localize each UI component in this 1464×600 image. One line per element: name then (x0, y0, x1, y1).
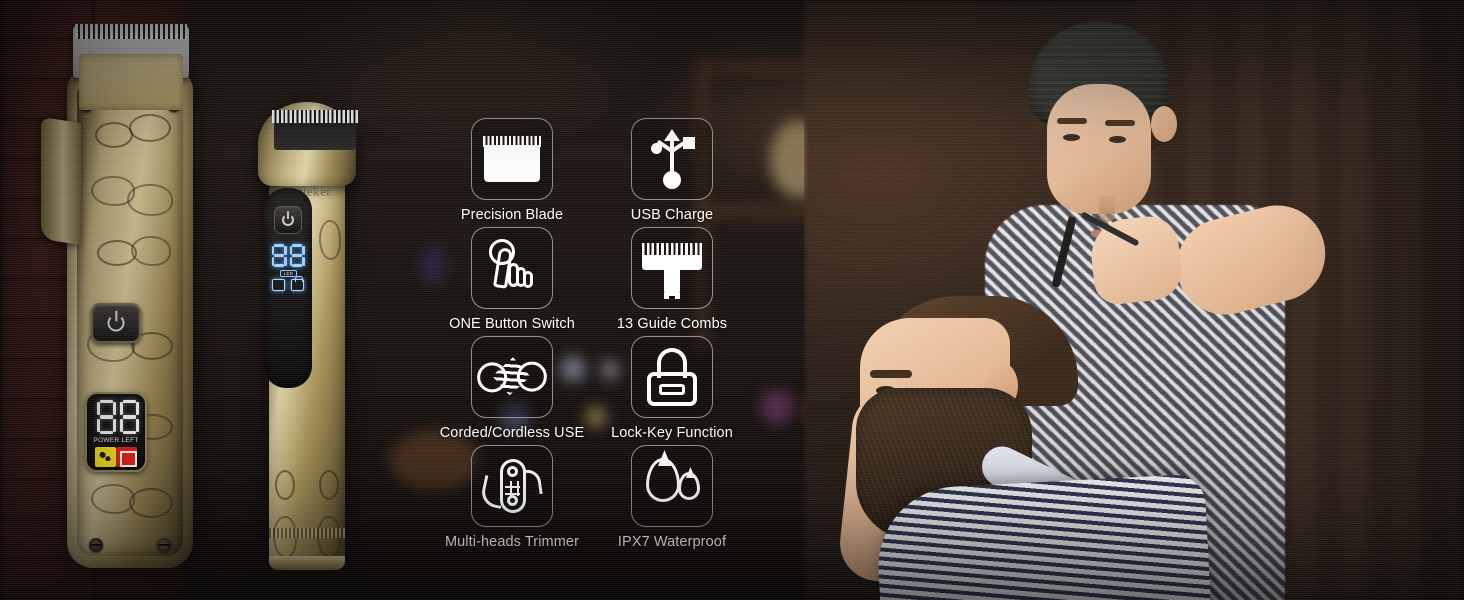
clipper-blade-teeth (75, 24, 187, 39)
hair-clipper-main: POWER LEFT (41, 8, 205, 578)
battery-display: POWER LEFT (85, 392, 147, 472)
charge-indicator-icon (116, 447, 137, 467)
lock-icon (291, 276, 304, 291)
power-button[interactable] (274, 206, 302, 234)
feature-item-ipx7-waterproof[interactable]: IPX7 Waterproof (592, 445, 752, 550)
feature-tile (631, 336, 713, 418)
trimmer-base-cap (269, 556, 345, 570)
feature-label: 13 Guide Combs (616, 316, 728, 332)
barber-ear (1151, 106, 1177, 142)
product-banner: POWER LEFT Hatteker LED Precision Blade … (0, 0, 1464, 600)
taper-lever[interactable] (41, 116, 81, 246)
power-icon (282, 214, 294, 226)
feature-item-multi-heads[interactable]: Multi-heads Trimmer (432, 445, 592, 550)
feature-label: IPX7 Waterproof (617, 534, 727, 550)
feature-label: Multi-heads Trimmer (444, 534, 580, 550)
feature-item-usb-charge[interactable]: USB Charge (592, 118, 752, 223)
trimmer-blade-teeth (272, 110, 358, 123)
multi-tool-icon (479, 457, 543, 515)
battery-icon (272, 279, 285, 291)
feature-tile (631, 445, 713, 527)
water-drop-icon (644, 458, 700, 514)
nose (1099, 196, 1115, 222)
feature-tile (471, 118, 553, 200)
lock-icon (647, 348, 697, 406)
power-icon (107, 314, 125, 332)
feature-tile (471, 445, 553, 527)
feature-label: USB Charge (630, 207, 714, 223)
barber-face (1047, 84, 1151, 237)
screw (89, 538, 103, 552)
client-figure (856, 296, 1220, 600)
feature-tile (470, 335, 555, 420)
beard-trimmer-secondary: Hatteker LED (250, 58, 365, 578)
precision-blade-icon (483, 136, 541, 182)
feature-item-precision-blade[interactable]: Precision Blade (432, 118, 592, 223)
eyebrow (1105, 120, 1135, 126)
eye (1063, 134, 1080, 141)
eyebrow (1057, 118, 1087, 124)
clipper-brass-plate (79, 54, 183, 110)
feature-tile (471, 227, 553, 309)
power-left-label: POWER LEFT (93, 437, 139, 444)
led-label: LED (280, 270, 297, 277)
oil-indicator-icon (95, 447, 116, 467)
feature-tile (631, 227, 713, 309)
feature-item-lock-key[interactable]: Lock-Key Function (592, 336, 752, 441)
feature-label: Precision Blade (460, 207, 564, 223)
power-digits (93, 400, 143, 436)
usb-icon (649, 129, 695, 189)
feature-item-corded-cordless[interactable]: Corded/Cordless USE (432, 336, 592, 441)
guide-comb-icon (642, 237, 702, 299)
trimmer-digits (269, 244, 307, 268)
trimmer-display: LED (269, 244, 307, 291)
feature-tile (631, 118, 713, 200)
barber-head (1015, 22, 1177, 237)
feature-grid: Precision Blade USB Charge ONE Button Sw… (432, 118, 772, 568)
screw (157, 538, 171, 552)
trimmer-control-panel: LED (264, 188, 312, 388)
finger-tap-icon (487, 239, 537, 297)
eyebrow (870, 370, 912, 378)
barber-cape (874, 473, 1216, 600)
feature-label: ONE Button Switch (449, 316, 575, 332)
feature-label: Lock-Key Function (611, 425, 733, 441)
feature-label: Corded/Cordless USE (439, 425, 585, 441)
eye (1109, 136, 1126, 143)
power-cord-icon (470, 335, 555, 420)
power-button[interactable] (91, 303, 141, 343)
feature-item-guide-combs[interactable]: 13 Guide Combs (592, 227, 752, 332)
feature-item-one-button-switch[interactable]: ONE Button Switch (432, 227, 592, 332)
